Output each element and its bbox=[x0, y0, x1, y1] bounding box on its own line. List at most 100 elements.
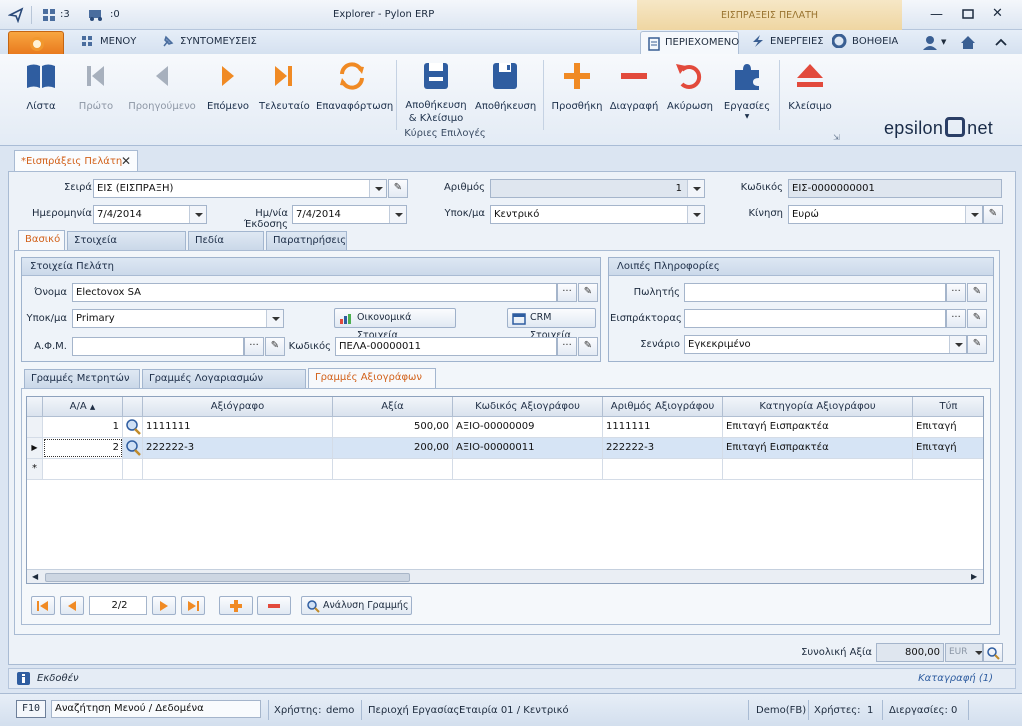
chevron-down-icon[interactable] bbox=[949, 336, 966, 353]
tab-actions[interactable]: ΕΝΕΡΓΕΙΕΣ bbox=[750, 30, 824, 54]
chevron-down-icon[interactable] bbox=[189, 206, 206, 223]
new-row[interactable]: * bbox=[27, 459, 983, 480]
add-row-button[interactable] bbox=[219, 596, 253, 615]
tasks-button[interactable]: Εργασίες ▼ bbox=[722, 60, 772, 120]
scenario-field[interactable]: Εγκεκριμένο bbox=[684, 335, 967, 354]
minimize-button[interactable]: — bbox=[930, 7, 943, 22]
file-tab[interactable] bbox=[8, 31, 64, 55]
total-currency[interactable]: EUR bbox=[945, 643, 983, 662]
col-value[interactable]: Αξία bbox=[333, 397, 453, 417]
code-field[interactable]: ΕΙΣ-0000000001 bbox=[788, 179, 1002, 198]
maximize-button[interactable] bbox=[962, 9, 974, 19]
table-row[interactable]: 1 1111111 500,00 ΑΞΙΟ-00000009 1111111 Ε… bbox=[27, 417, 983, 438]
collector-field[interactable] bbox=[684, 309, 946, 328]
tax-lookup-button[interactable]: ··· bbox=[244, 337, 264, 356]
financial-button[interactable]: Οικονομικά Στοιχεία bbox=[334, 308, 456, 341]
col-number[interactable]: Αριθμός Αξιογράφου bbox=[603, 397, 723, 417]
col-category[interactable]: Κατηγορία Αξιογράφου bbox=[723, 397, 913, 417]
close-tab-icon[interactable]: ✕ bbox=[121, 154, 131, 168]
document-tab[interactable]: *Εισπράξεις Πελάτη ✕ bbox=[14, 150, 138, 172]
tasks-icon[interactable] bbox=[88, 7, 106, 21]
customer-code-field[interactable]: ΠΕΛΑ-00000011 bbox=[335, 337, 557, 356]
chevron-down-icon[interactable]: ▼ bbox=[941, 38, 946, 46]
tax-edit-button[interactable]: ✎ bbox=[265, 337, 285, 356]
seller-lookup-button[interactable]: ··· bbox=[946, 283, 966, 302]
add-button[interactable]: Προσθήκη bbox=[550, 60, 604, 112]
line-analysis-button[interactable]: Ανάλυση Γραμμής bbox=[301, 596, 412, 615]
tab-content[interactable]: ΠΕΡΙΕΧΟΜΕΝΟ bbox=[640, 31, 739, 55]
reload-button[interactable]: Επαναφόρτωση bbox=[316, 60, 393, 112]
pager-page-field[interactable]: 2/2 bbox=[89, 596, 147, 615]
crm-button[interactable]: CRM Στοιχεία bbox=[507, 308, 596, 341]
tab-shortcuts[interactable]: ΣΥΝΤΟΜΕΥΣΕΙΣ bbox=[160, 30, 257, 54]
chevron-down-icon[interactable] bbox=[687, 180, 704, 197]
tab-basic[interactable]: Βασικό bbox=[18, 230, 65, 251]
customer-code-edit-button[interactable]: ✎ bbox=[578, 337, 598, 356]
search-icon[interactable] bbox=[123, 438, 143, 458]
customer-code-lookup-button[interactable]: ··· bbox=[557, 337, 577, 356]
home-icon[interactable] bbox=[960, 35, 976, 50]
scenario-edit-button[interactable]: ✎ bbox=[967, 335, 987, 354]
tab-cash-lines[interactable]: Γραμμές Μετρητών (1) bbox=[24, 369, 140, 402]
save-button[interactable]: Αποθήκευση bbox=[475, 60, 536, 112]
chevron-down-icon[interactable] bbox=[970, 644, 982, 661]
col-code[interactable]: Κωδικός Αξιογράφου bbox=[453, 397, 603, 417]
pager-prev-button[interactable] bbox=[60, 596, 84, 615]
series-field[interactable]: ΕΙΣ (ΕΙΣΠΡΑΞΗ) bbox=[93, 179, 387, 198]
tab-help[interactable]: ΒΟΗΘΕΙΑ bbox=[832, 30, 898, 54]
customer-branch-field[interactable]: Primary bbox=[72, 309, 284, 328]
chevron-down-icon[interactable] bbox=[266, 310, 283, 327]
seller-field[interactable] bbox=[684, 283, 946, 302]
save-close-button[interactable]: Αποθήκευση & Κλείσιμο bbox=[404, 60, 468, 124]
col-security[interactable]: Αξιόγραφο bbox=[143, 397, 333, 417]
collector-edit-button[interactable]: ✎ bbox=[967, 309, 987, 328]
group-expand-icon[interactable]: ⇲ bbox=[833, 133, 840, 142]
collector-lookup-button[interactable]: ··· bbox=[946, 309, 966, 328]
search-icon[interactable] bbox=[123, 417, 143, 437]
last-button[interactable]: Τελευταίο bbox=[259, 60, 310, 112]
branch-field[interactable]: Κεντρικό bbox=[490, 205, 705, 224]
next-button[interactable]: Επόμενο bbox=[206, 60, 250, 112]
f10-key[interactable]: F10 bbox=[16, 700, 46, 718]
tab-securities-lines[interactable]: Γραμμές Αξιογράφων (2) bbox=[308, 368, 436, 401]
chevron-down-icon[interactable] bbox=[389, 206, 406, 223]
scroll-thumb[interactable] bbox=[45, 573, 410, 582]
tab-menu[interactable]: ΜΕΝΟΥ bbox=[80, 30, 136, 54]
scroll-right-icon[interactable]: ▶ bbox=[971, 572, 977, 581]
securities-grid[interactable]: Α/Α ▲ Αξιόγραφο Αξία Κωδικός Αξιογράφου … bbox=[26, 396, 984, 584]
record-link[interactable]: Καταγραφή (1) bbox=[918, 673, 993, 684]
tax-field[interactable] bbox=[72, 337, 244, 356]
issue-date-field[interactable]: 7/4/2014 bbox=[292, 205, 407, 224]
pager-first-button[interactable] bbox=[31, 596, 55, 615]
number-field[interactable]: 1 bbox=[490, 179, 705, 198]
col-aa[interactable]: Α/Α ▲ bbox=[43, 397, 123, 417]
pager-last-button[interactable] bbox=[181, 596, 205, 615]
app-menu-icon[interactable] bbox=[8, 7, 24, 23]
close-window-button[interactable]: ✕ bbox=[992, 6, 1003, 21]
horizontal-scrollbar[interactable]: ◀ ▶ bbox=[27, 569, 983, 583]
previous-button[interactable]: Προηγούμενο bbox=[128, 60, 196, 112]
movement-edit-button[interactable]: ✎ bbox=[983, 205, 1003, 224]
first-button[interactable]: Πρώτο bbox=[76, 60, 116, 112]
cancel-button[interactable]: Ακύρωση bbox=[664, 60, 716, 112]
customer-name-lookup-button[interactable]: ··· bbox=[557, 283, 577, 302]
chevron-down-icon[interactable] bbox=[687, 206, 704, 223]
series-edit-button[interactable]: ✎ bbox=[388, 179, 408, 198]
total-search-button[interactable] bbox=[983, 643, 1003, 662]
chevron-down-icon[interactable] bbox=[369, 180, 386, 197]
collapse-ribbon-icon[interactable] bbox=[995, 38, 1007, 46]
list-button[interactable]: Λίστα bbox=[24, 60, 58, 112]
delete-row-button[interactable] bbox=[257, 596, 291, 615]
tab-bank-lines[interactable]: Γραμμές Λογαριασμών Τραπέζης bbox=[142, 369, 306, 402]
user-icon[interactable] bbox=[922, 35, 938, 51]
tab-notes[interactable]: Παρατηρήσεις bbox=[266, 231, 347, 251]
menu-search-input[interactable]: Αναζήτηση Μενού / Δεδομένα bbox=[51, 700, 261, 718]
table-row-selected[interactable]: ▶ 2 222222-3 200,00 ΑΞΙΟ-00000011 222222… bbox=[27, 438, 983, 459]
col-type[interactable]: Τύπ bbox=[913, 397, 983, 417]
tab-document-info[interactable]: Στοιχεία Παραστατικού bbox=[67, 231, 186, 264]
date-field[interactable]: 7/4/2014 bbox=[93, 205, 207, 224]
customer-name-field[interactable]: Electovox SA bbox=[72, 283, 557, 302]
seller-edit-button[interactable]: ✎ bbox=[967, 283, 987, 302]
chevron-down-icon[interactable] bbox=[965, 206, 982, 223]
close-button[interactable]: Κλείσιμο bbox=[786, 60, 834, 112]
